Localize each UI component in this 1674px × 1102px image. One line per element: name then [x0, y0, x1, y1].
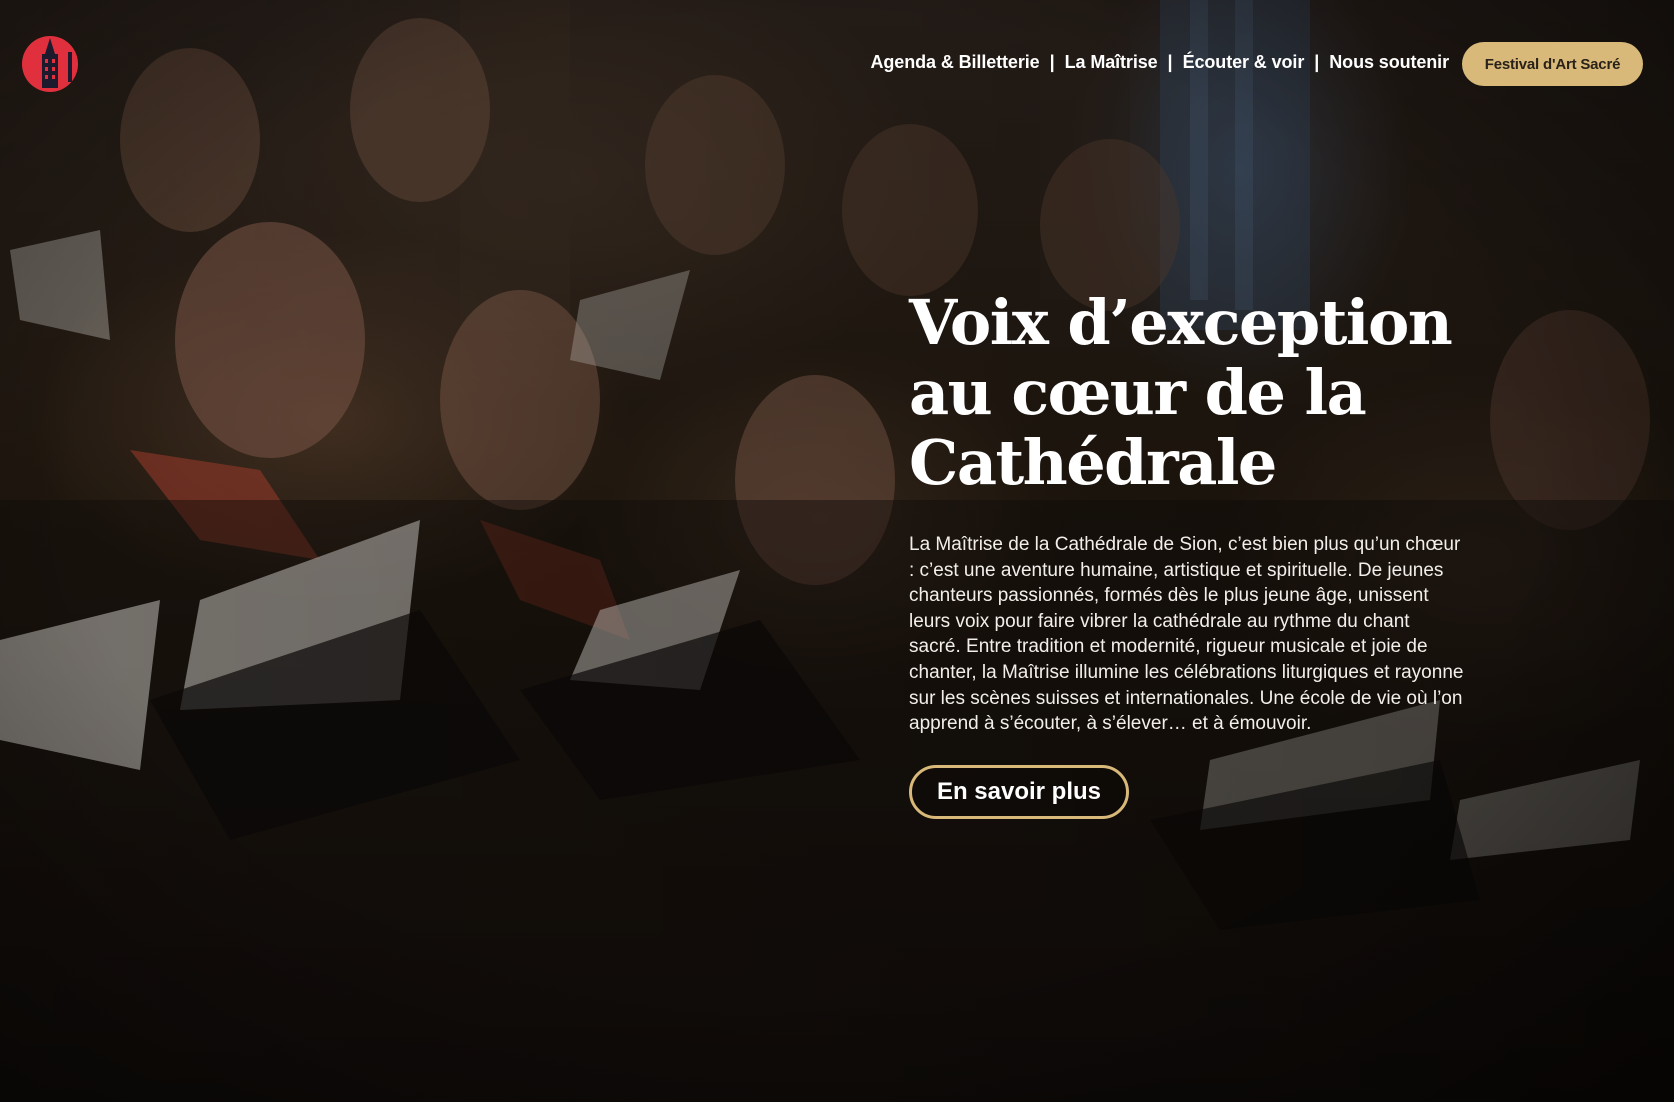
- festival-button[interactable]: Festival d'Art Sacré: [1462, 42, 1643, 86]
- hero-title-line-1: Voix d’exception: [909, 286, 1453, 359]
- nav-separator: |: [1049, 52, 1055, 72]
- cathedral-tower-logo-icon: [22, 36, 78, 92]
- nav-item-agenda[interactable]: Agenda & Billetterie: [871, 52, 1040, 73]
- learn-more-button[interactable]: En savoir plus: [909, 764, 1129, 819]
- nav-item-ecouter[interactable]: Écouter & voir: [1183, 52, 1305, 73]
- hero-title: Voix d’exception au cœur de la Cathédral…: [909, 288, 1489, 498]
- nav-separator: |: [1314, 52, 1320, 72]
- nav-item-maitrise[interactable]: La Maîtrise: [1065, 52, 1158, 73]
- nav-separator: |: [1167, 52, 1173, 72]
- main-nav: Agenda & Billetterie | La Maîtrise | Éco…: [871, 52, 1450, 73]
- hero-title-line-3: Cathédrale: [909, 426, 1277, 499]
- site-logo[interactable]: [20, 34, 80, 94]
- hero-content: Voix d’exception au cœur de la Cathédral…: [909, 288, 1489, 819]
- nav-item-soutenir[interactable]: Nous soutenir: [1329, 52, 1449, 73]
- hero-description: La Maîtrise de la Cathédrale de Sion, c’…: [909, 534, 1464, 735]
- hero-title-line-2: au cœur de la: [909, 356, 1367, 429]
- hero-section: Agenda & Billetterie | La Maîtrise | Éco…: [0, 0, 1674, 1102]
